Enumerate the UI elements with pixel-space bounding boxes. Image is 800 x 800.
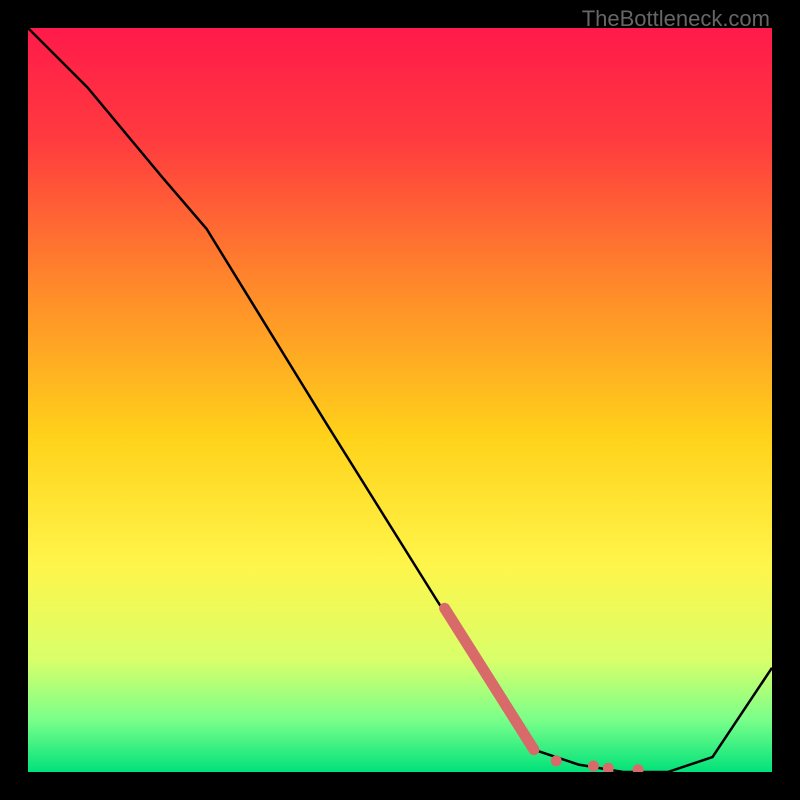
marker-dot (551, 755, 562, 766)
bottleneck-chart (28, 28, 772, 772)
gradient-background (28, 28, 772, 772)
marker-dot (588, 761, 599, 772)
watermark-text: TheBottleneck.com (582, 6, 770, 32)
